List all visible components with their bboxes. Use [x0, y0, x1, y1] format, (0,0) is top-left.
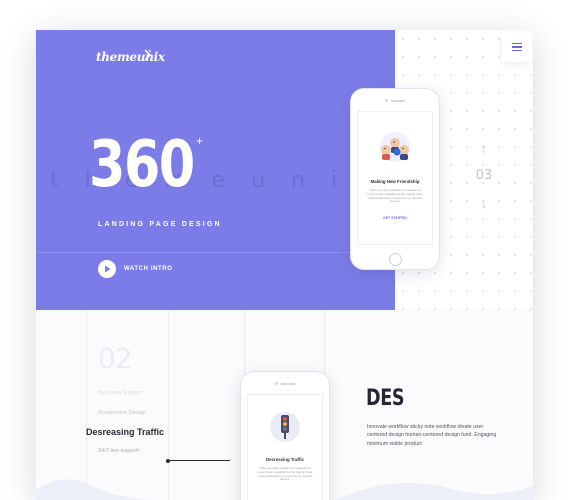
- menu-bar-icon: [512, 46, 522, 48]
- bottom-wave-decoration: [36, 479, 533, 500]
- menu-item-live-support[interactable]: 24/7 live support: [98, 448, 164, 454]
- arrow-down-icon[interactable]: ↓: [472, 195, 496, 211]
- hero-section: themeunix themeunix 360 + LANDING PAGE D…: [36, 30, 395, 310]
- arrow-up-icon[interactable]: ↑: [472, 140, 496, 156]
- carousel-dots: • • •: [280, 450, 290, 454]
- section-number: 02: [98, 342, 133, 375]
- hamburger-menu-button[interactable]: [502, 32, 532, 62]
- menu-item-decreasing-traffic[interactable]: Desreasing Traffic: [86, 427, 164, 437]
- brand-logo[interactable]: themeunix: [96, 50, 165, 64]
- section-heading: DES: [366, 386, 405, 411]
- phone-top-title: Making New Friendship: [370, 179, 420, 184]
- phone-camera-icon: [275, 382, 278, 385]
- carousel-dots: • • •: [390, 171, 400, 175]
- phone-home-button: [389, 253, 402, 266]
- phone-screen-top: • • • Making New Friendship There are ma…: [357, 111, 433, 245]
- get-started-link[interactable]: GET STARTED: [358, 216, 432, 220]
- menu-item-best-web-support[interactable]: Best web Support: [98, 390, 164, 396]
- slide-number: 03: [475, 168, 493, 183]
- hero-plus-sign: +: [196, 134, 204, 148]
- menu-item-responsive-design[interactable]: Responsive Design: [98, 410, 164, 416]
- watch-intro-label: WATCH INTRO: [124, 266, 173, 272]
- phone-mockup-top: • • • Making New Friendship There are ma…: [350, 88, 440, 270]
- play-icon: [98, 260, 116, 278]
- menu-bar-icon: [512, 49, 522, 52]
- feature-menu: Best web Support Responsive Design Desre…: [86, 390, 164, 468]
- friends-illustration-icon: [380, 132, 410, 162]
- hero-subtitle: LANDING PAGE DESIGN: [98, 221, 222, 228]
- menu-bar-icon: [512, 42, 522, 45]
- watch-intro-button[interactable]: WATCH INTRO: [98, 260, 172, 278]
- phone-top-text: There are many variations of passages of…: [367, 188, 423, 204]
- hero-divider: [36, 252, 395, 253]
- landing-page-mockup: themeunix themeunix 360 + LANDING PAGE D…: [36, 30, 533, 500]
- hero-big-number: 360: [89, 128, 195, 202]
- phone-speaker: [281, 383, 295, 385]
- phone-speaker: [391, 100, 405, 102]
- phone-camera-icon: [385, 99, 388, 102]
- slider-navigation: ↑ 03 ↓: [472, 140, 496, 211]
- logo-mark-icon: [144, 49, 152, 61]
- traffic-illustration-icon: [270, 412, 300, 442]
- section-description: Innovate workflow sticky note workflow i…: [367, 424, 497, 447]
